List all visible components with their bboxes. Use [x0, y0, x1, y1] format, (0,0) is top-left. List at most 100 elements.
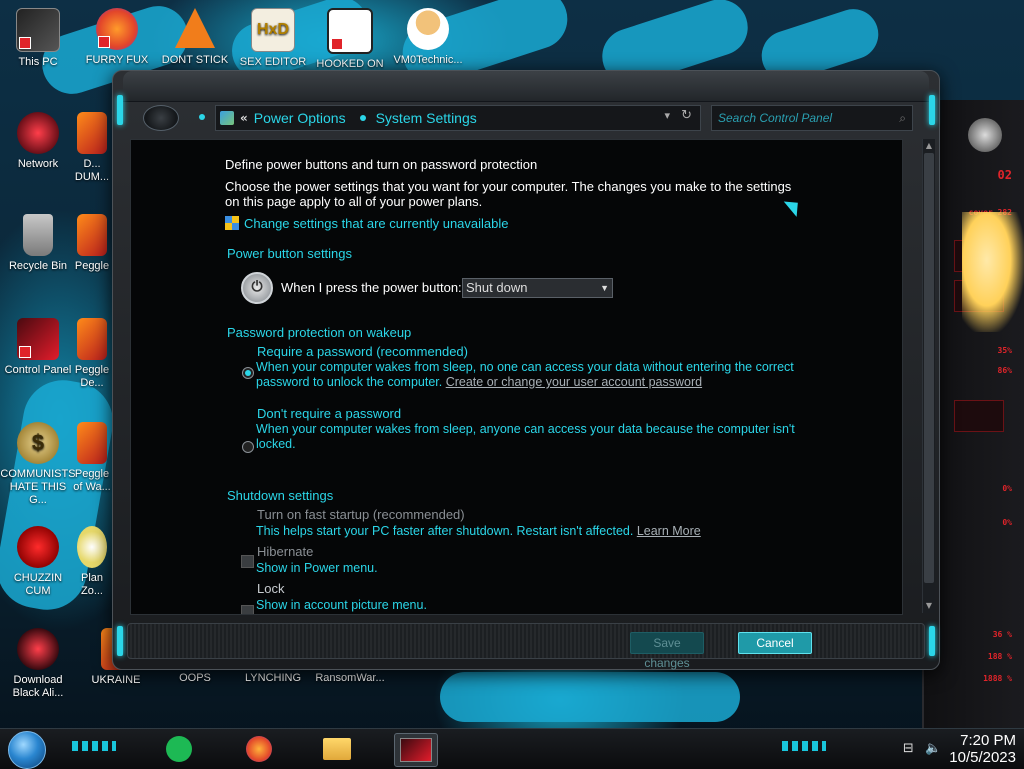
control-panel-icon: [17, 318, 59, 360]
taskbar-control-panel[interactable]: [394, 733, 438, 767]
taskbar-deco: [72, 741, 116, 751]
page-title: Define power buttons and turn on passwor…: [225, 157, 538, 172]
desktop-icon-peggle[interactable]: Peggle: [70, 214, 114, 273]
taskbar-firefox[interactable]: [238, 733, 280, 765]
desktop-icon-label: FURRY FUX: [85, 54, 149, 66]
desktop-icon-dont-stick[interactable]: DONT STICK: [157, 8, 233, 67]
peggle-icon: [77, 318, 107, 360]
desktop-icon-label: COMMUNISTS HATE THIS G...: [0, 468, 76, 506]
breadcrumb-overflow-icon[interactable]: «: [240, 111, 248, 125]
taskbar-spotify[interactable]: [158, 733, 200, 765]
desktop-icon-label: Peggle: [74, 260, 110, 272]
window-title-bar[interactable]: [123, 71, 929, 102]
desktop-icon-download-black-ali[interactable]: Download Black Ali...: [0, 628, 76, 700]
require-password-desc: When your computer wakes from sleep, no …: [256, 360, 796, 390]
desktop-icon-control-panel[interactable]: Control Panel: [0, 318, 76, 377]
fast-startup-label: Turn on fast startup (recommended): [257, 507, 465, 522]
network-icon[interactable]: ⊟: [901, 742, 915, 756]
flower-icon: [77, 526, 107, 568]
sideboard-block: [954, 400, 1004, 432]
desktop-icon-ransomware[interactable]: RansomWar...: [312, 672, 388, 685]
taskbar: ⊟ 🔈 7:20 PM 10/5/2023: [0, 728, 1024, 769]
desktop-icon-recycle-bin[interactable]: Recycle Bin: [0, 214, 76, 273]
power-button-action-select[interactable]: Shut down ▼: [462, 278, 613, 298]
fast-startup-checkbox[interactable]: [241, 555, 254, 568]
desktop-icon-label: D... DUM...: [74, 158, 110, 183]
control-panel-icon: [400, 738, 432, 762]
peggle-icon: [77, 422, 107, 464]
require-password-label[interactable]: Require a password (recommended): [257, 344, 468, 359]
shortcut-arrow-icon: [98, 36, 110, 48]
change-settings-link[interactable]: Change settings that are currently unava…: [225, 216, 509, 231]
navigation-bar: « Power Options System Settings ▾ ↻ Sear…: [127, 103, 925, 133]
cancel-button[interactable]: Cancel: [738, 632, 812, 654]
desktop-icon-label: Network: [17, 158, 59, 170]
shortcut-arrow-icon: [19, 346, 31, 358]
save-changes-button[interactable]: Save changes: [630, 632, 704, 670]
desktop-icon-communists[interactable]: $ COMMUNISTS HATE THIS G...: [0, 422, 76, 507]
hex-editor-icon: HxD: [251, 8, 295, 52]
no-password-radio[interactable]: [242, 441, 254, 453]
button-bar: Save changes Cancel: [127, 623, 925, 670]
taskbar-file-explorer[interactable]: [316, 733, 358, 765]
sideboard-readout: 86%: [997, 366, 1012, 375]
desktop-icon-chuzzin-cum[interactable]: CHUZZIN CUM: [0, 526, 76, 598]
desktop-icon-dum[interactable]: D... DUM...: [70, 112, 114, 184]
desktop-icon-this-pc[interactable]: This PC: [0, 8, 76, 69]
scrollbar-thumb[interactable]: [924, 153, 934, 583]
desktop-icon-label: Peggle De...: [74, 364, 110, 389]
desktop-icon-vm0technic[interactable]: VM0Technic...: [390, 8, 466, 67]
learn-more-link[interactable]: Learn More: [637, 524, 701, 538]
taskbar-deco: [782, 741, 826, 751]
desktop-icon-furry-fux[interactable]: FURRY FUX: [79, 8, 155, 67]
desktop-icon-plants-zombies[interactable]: Plan Zo...: [70, 526, 114, 598]
desktop-icon-peggle-deluxe[interactable]: Peggle De...: [70, 318, 114, 390]
control-panel-small-icon: [220, 111, 234, 125]
search-box[interactable]: Search Control Panel ⌕: [711, 105, 913, 131]
desktop-icon-oops[interactable]: OOPS: [157, 672, 233, 685]
account-password-link[interactable]: Create or change your user account passw…: [446, 375, 702, 389]
vertical-scrollbar[interactable]: ▲ ▼: [922, 139, 935, 613]
breadcrumb-separator-icon: [359, 115, 366, 121]
password-section-title: Password protection on wakeup: [227, 325, 412, 340]
desktop-icon-hooked-on[interactable]: HOOKED ON: [312, 8, 388, 71]
no-password-desc: When your computer wakes from sleep, any…: [256, 422, 795, 451]
clock[interactable]: 7:20 PM 10/5/2023: [949, 732, 1016, 766]
vlc-cone-icon: [175, 8, 215, 48]
refresh-icon[interactable]: ↻: [681, 108, 692, 123]
require-password-radio[interactable]: [242, 367, 254, 379]
address-bar[interactable]: « Power Options System Settings ▾ ↻: [215, 105, 701, 131]
shortcut-arrow-icon: [331, 38, 343, 50]
computer-icon: [16, 8, 60, 52]
sideboard-readout: 35%: [997, 346, 1012, 355]
network-icon: [17, 112, 59, 154]
scroll-up-icon[interactable]: ▲: [924, 141, 934, 151]
desktop-icon-label: DONT STICK: [161, 54, 229, 66]
sideboard-readout: 36 %: [992, 630, 1012, 639]
desktop-icon-label: Peggle of Wa...: [73, 468, 111, 493]
start-button[interactable]: [8, 731, 46, 769]
hibernate-checkbox[interactable]: [241, 605, 254, 614]
window-deco-light: [117, 95, 123, 125]
desktop-icon-lynching[interactable]: LYNCHING: [235, 672, 311, 685]
scroll-down-icon[interactable]: ▼: [924, 601, 934, 611]
breadcrumb-system-settings[interactable]: System Settings: [376, 110, 477, 126]
uac-shield-icon: [225, 216, 239, 230]
back-forward-button[interactable]: [143, 105, 179, 131]
no-password-label[interactable]: Don't require a password: [257, 406, 401, 421]
address-dropdown-icon[interactable]: ▾: [664, 109, 670, 122]
desktop-icon-label: Control Panel: [4, 364, 72, 376]
change-settings-label: Change settings that are currently unava…: [244, 216, 509, 231]
sideboard-readout: 188 %: [987, 652, 1012, 661]
breadcrumb-power-options[interactable]: Power Options: [254, 110, 346, 126]
desktop-icon-sex-editor[interactable]: HxD SEX EDITOR: [235, 8, 311, 69]
volume-icon[interactable]: 🔈: [925, 742, 941, 756]
money-bag-icon: $: [17, 422, 59, 464]
search-input[interactable]: Search Control Panel: [712, 111, 899, 125]
settings-content-pane: Define power buttons and turn on passwor…: [130, 139, 903, 615]
system-tray: ⊟ 🔈 7:20 PM 10/5/2023: [901, 731, 1016, 767]
desktop-icon-network[interactable]: Network: [0, 112, 76, 171]
search-icon[interactable]: ⌕: [899, 111, 912, 126]
desktop-icon-label: CHUZZIN CUM: [13, 572, 63, 597]
desktop-icon-peggle-wa[interactable]: Peggle of Wa...: [70, 422, 114, 494]
